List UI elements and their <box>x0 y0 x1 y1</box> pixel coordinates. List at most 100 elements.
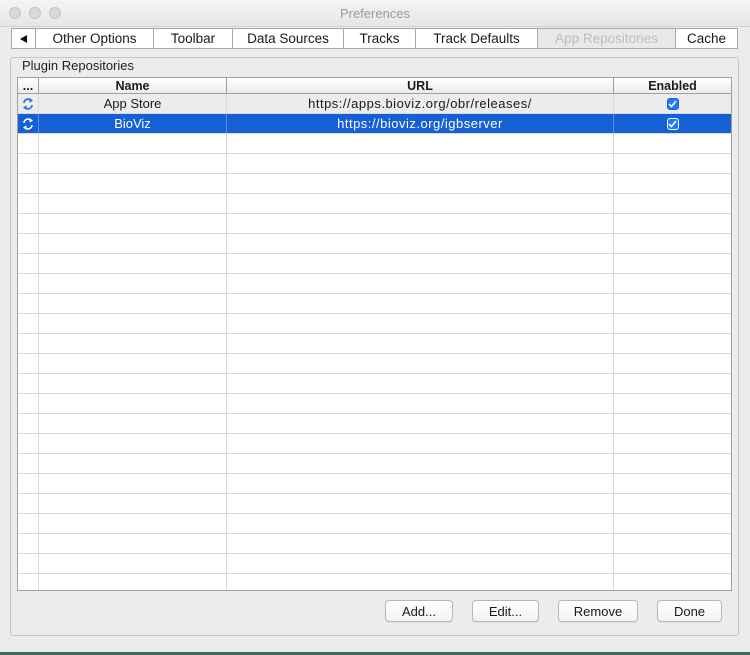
empty-cell <box>39 394 227 413</box>
empty-cell <box>227 234 614 253</box>
empty-cell <box>614 554 731 573</box>
empty-cell <box>227 154 614 173</box>
empty-cell <box>227 294 614 313</box>
tab-other-options[interactable]: Other Options <box>36 29 154 48</box>
empty-cell <box>18 574 39 590</box>
empty-cell <box>227 474 614 493</box>
empty-cell <box>18 234 39 253</box>
empty-cell <box>39 434 227 453</box>
empty-cell <box>18 134 39 153</box>
empty-cell <box>614 354 731 373</box>
empty-table-row <box>18 394 731 414</box>
tab-track-defaults[interactable]: Track Defaults <box>416 29 538 48</box>
empty-cell <box>227 394 614 413</box>
empty-cell <box>614 474 731 493</box>
empty-cell <box>39 454 227 473</box>
empty-cell <box>18 254 39 273</box>
done-button[interactable]: Done <box>657 600 722 622</box>
empty-table-row <box>18 474 731 494</box>
empty-cell <box>614 334 731 353</box>
empty-cell <box>18 314 39 333</box>
empty-cell <box>18 294 39 313</box>
empty-cell <box>18 214 39 233</box>
empty-cell <box>227 274 614 293</box>
refresh-arrows-icon <box>23 117 33 130</box>
repositories-table: ... Name URL Enabled App Store https://a… <box>17 77 732 591</box>
empty-cell <box>18 354 39 373</box>
empty-cell <box>18 514 39 533</box>
empty-cell <box>614 434 731 453</box>
enabled-checkbox[interactable] <box>666 117 679 130</box>
table-row[interactable]: App Store https://apps.bioviz.org/obr/re… <box>18 94 731 114</box>
empty-cell <box>227 454 614 473</box>
empty-cell <box>227 554 614 573</box>
column-header-refresh[interactable]: ... <box>18 78 39 93</box>
empty-table-row <box>18 354 731 374</box>
empty-table-row <box>18 414 731 434</box>
empty-cell <box>227 194 614 213</box>
empty-cell <box>39 474 227 493</box>
empty-cell <box>614 294 731 313</box>
tab-toolbar[interactable]: Toolbar <box>154 29 233 48</box>
repository-name: BioViz <box>39 114 227 133</box>
empty-table-row <box>18 174 731 194</box>
title-bar: Preferences <box>0 0 750 27</box>
empty-table-row <box>18 554 731 574</box>
table-header: ... Name URL Enabled <box>18 78 731 94</box>
add-button[interactable]: Add... <box>385 600 453 622</box>
empty-cell <box>227 314 614 333</box>
empty-table-row <box>18 514 731 534</box>
checkmark-icon <box>668 99 677 108</box>
empty-table-row <box>18 234 731 254</box>
empty-cell <box>227 254 614 273</box>
empty-cell <box>227 354 614 373</box>
empty-cell <box>227 494 614 513</box>
preferences-window: Preferences Other Options Toolbar Data S… <box>0 0 750 655</box>
remove-button[interactable]: Remove <box>558 600 638 622</box>
column-header-name[interactable]: Name <box>39 78 227 93</box>
empty-cell <box>39 274 227 293</box>
tab-scroll-left-button[interactable] <box>12 29 36 48</box>
column-header-url[interactable]: URL <box>227 78 614 93</box>
column-header-enabled[interactable]: Enabled <box>614 78 731 93</box>
empty-table-row <box>18 454 731 474</box>
empty-table-row <box>18 254 731 274</box>
empty-cell <box>39 174 227 193</box>
refresh-repository-button[interactable] <box>18 94 39 113</box>
empty-cell <box>614 574 731 590</box>
tab-cache[interactable]: Cache <box>676 29 737 48</box>
refresh-repository-button[interactable] <box>18 114 39 133</box>
empty-cell <box>39 554 227 573</box>
empty-cell <box>39 534 227 553</box>
empty-cell <box>39 414 227 433</box>
empty-cell <box>39 374 227 393</box>
empty-cell <box>18 374 39 393</box>
empty-cell <box>614 374 731 393</box>
empty-table-row <box>18 494 731 514</box>
tab-data-sources[interactable]: Data Sources <box>233 29 344 48</box>
empty-cell <box>18 554 39 573</box>
empty-cell <box>39 334 227 353</box>
empty-cell <box>614 214 731 233</box>
repository-url: https://apps.bioviz.org/obr/releases/ <box>227 94 614 113</box>
empty-cell <box>39 514 227 533</box>
repository-url: https://bioviz.org/igbserver <box>227 114 614 133</box>
edit-button[interactable]: Edit... <box>472 600 539 622</box>
tab-tracks[interactable]: Tracks <box>344 29 416 48</box>
tab-app-repositories[interactable]: App Repositories <box>538 29 676 48</box>
empty-table-row <box>18 574 731 590</box>
empty-cell <box>227 514 614 533</box>
empty-cell <box>39 154 227 173</box>
empty-cell <box>227 214 614 233</box>
empty-cell <box>18 154 39 173</box>
empty-table-row <box>18 154 731 174</box>
table-row-selected[interactable]: BioViz https://bioviz.org/igbserver <box>18 114 731 134</box>
empty-cell <box>227 574 614 590</box>
enabled-cell <box>614 114 731 133</box>
empty-cell <box>18 494 39 513</box>
enabled-checkbox[interactable] <box>666 97 679 110</box>
empty-cell <box>18 274 39 293</box>
empty-cell <box>614 494 731 513</box>
empty-cell <box>18 534 39 553</box>
empty-cell <box>227 414 614 433</box>
